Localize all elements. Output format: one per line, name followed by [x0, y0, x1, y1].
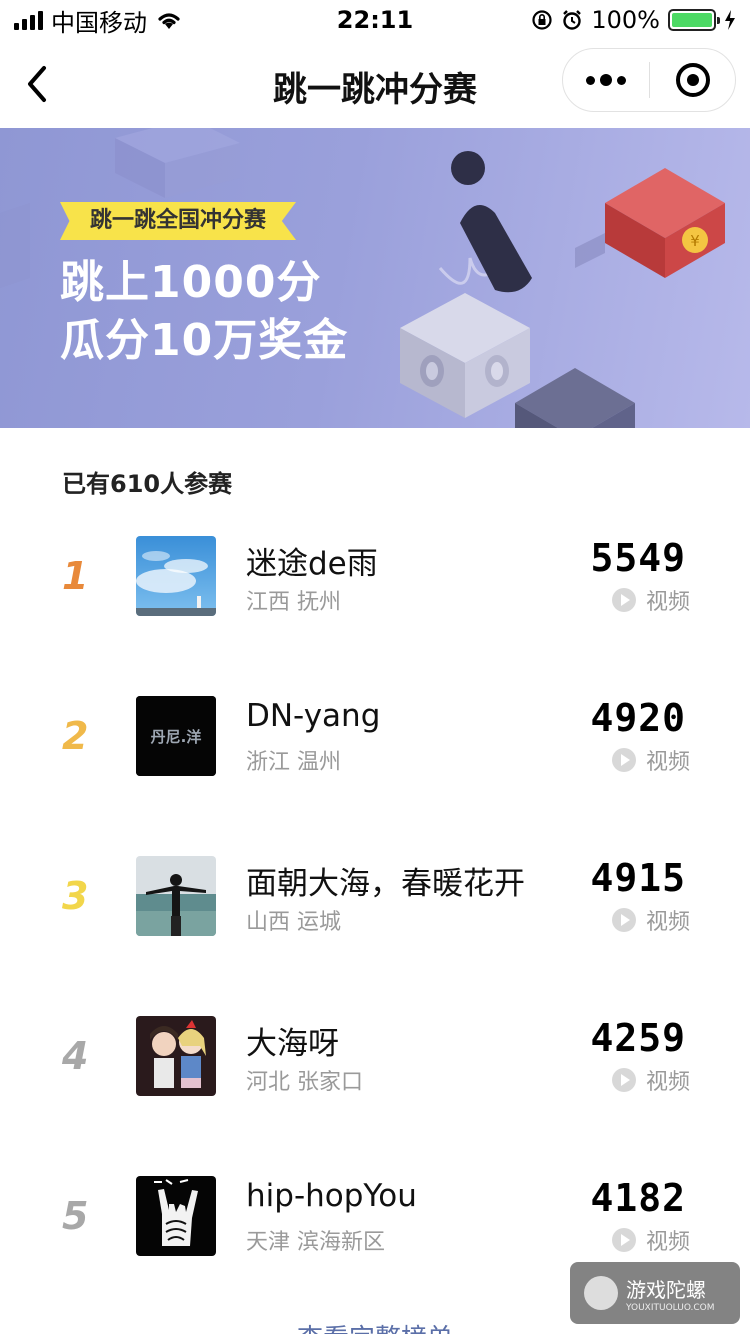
watermark: 游戏陀螺 YOUXITUOLUO.COM	[570, 1262, 740, 1324]
battery-fill	[672, 13, 712, 27]
player-score: 5549	[590, 536, 686, 580]
player-location: 天津 滨海新区	[246, 1230, 385, 1255]
banner-headline-2: 瓜分10万奖金	[60, 315, 349, 366]
video-label: 视频	[645, 1230, 690, 1255]
watermark-url: YOUXITUOLUO.COM	[626, 1302, 715, 1313]
play-icon	[611, 1068, 636, 1092]
participant-count: 已有610人参赛	[62, 470, 233, 498]
avatar[interactable]	[136, 1016, 216, 1096]
ranking-row[interactable]: 5 hip-hopYou 天津 滨海新区 4182 视频	[0, 1176, 750, 1256]
player-name: 面朝大海，春暖花开	[246, 866, 525, 902]
avatar[interactable]	[136, 1176, 216, 1256]
video-label: 视频	[645, 750, 690, 775]
player-location: 山西 运城	[246, 910, 341, 935]
play-icon	[611, 1228, 636, 1252]
coin-symbol: ¥	[690, 232, 700, 250]
alarm-icon	[563, 10, 582, 30]
player-location: 浙江 温州	[246, 750, 341, 775]
play-icon	[611, 908, 636, 932]
battery-percent: 100%	[591, 6, 660, 34]
video-button[interactable]: 视频	[611, 1064, 690, 1096]
player-score: 4259	[590, 1016, 686, 1060]
video-button[interactable]: 视频	[611, 584, 690, 616]
ranking-row[interactable]: 4 大海呀 河北 张家口 4259 视频	[0, 1016, 750, 1096]
rank-number: 1	[62, 554, 89, 598]
avatar-text: 丹尼.洋	[151, 728, 202, 746]
rank-number: 3	[62, 874, 89, 918]
more-icon[interactable]	[563, 49, 649, 111]
watermark-logo-icon	[584, 1276, 618, 1310]
video-label: 视频	[645, 1070, 690, 1095]
avatar[interactable]	[136, 856, 216, 936]
player-location: 河北 张家口	[246, 1070, 363, 1095]
player-name: hip-hopYou	[246, 1178, 417, 1214]
player-name: 大海呀	[246, 1026, 339, 1062]
player-score: 4920	[590, 696, 686, 740]
video-label: 视频	[645, 910, 690, 935]
carrier-label: 中国移动	[51, 8, 147, 37]
video-button[interactable]: 视频	[611, 744, 690, 776]
rank-number: 5	[62, 1194, 89, 1238]
orientation-lock-icon	[532, 10, 552, 30]
video-button[interactable]: 视频	[611, 1224, 690, 1256]
watermark-text: 游戏陀螺	[626, 1277, 706, 1302]
signal-icon	[14, 10, 43, 30]
avatar[interactable]	[136, 536, 216, 616]
play-icon	[611, 588, 636, 612]
player-score: 4182	[590, 1176, 686, 1220]
play-icon	[611, 748, 636, 772]
status-bar: 中国移动 22:11 100%	[0, 0, 750, 40]
charging-icon	[725, 10, 735, 30]
rank-number: 2	[62, 714, 89, 758]
status-left: 中国移动	[14, 3, 274, 38]
status-time: 22:11	[336, 6, 414, 34]
banner-tag: 跳一跳全国冲分赛	[60, 202, 297, 240]
wifi-icon	[158, 13, 180, 29]
player-score: 4915	[590, 856, 686, 900]
mini-program-capsule	[562, 48, 736, 112]
nav-bar: 跳一跳冲分赛	[0, 40, 750, 128]
battery-icon	[668, 9, 720, 31]
player-location: 江西 抚州	[246, 590, 341, 615]
ranking-row[interactable]: 1 迷途de雨 江西 抚州 5549 视频	[0, 536, 750, 616]
ranking-row[interactable]: 2 丹尼.洋 DN-yang 浙江 温州 4920 视频	[0, 696, 750, 776]
video-button[interactable]: 视频	[611, 904, 690, 936]
close-mini-program-icon[interactable]	[650, 63, 735, 97]
player-name: DN-yang	[246, 698, 381, 734]
rank-number: 4	[62, 1034, 89, 1078]
promo-banner[interactable]: ¥ 跳一跳全国冲分赛 跳上1000分 瓜分10万奖金	[0, 128, 750, 428]
banner-headline-1: 跳上1000分	[60, 257, 322, 308]
status-right: 100%	[476, 6, 736, 34]
player-name: 迷途de雨	[246, 546, 378, 582]
video-label: 视频	[645, 590, 690, 615]
ranking-row[interactable]: 3 面朝大海，春暖花开 山西 运城 4915 视频	[0, 856, 750, 936]
avatar[interactable]: 丹尼.洋	[136, 696, 216, 776]
